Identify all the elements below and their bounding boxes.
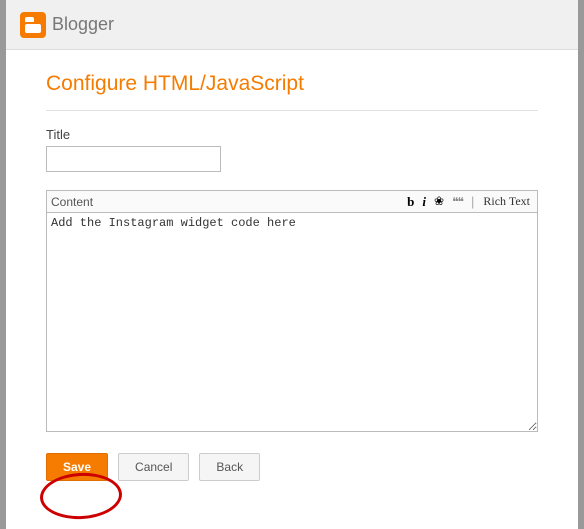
title-input[interactable] xyxy=(46,146,221,172)
content-block: Content b i ❀ ❝❝ | Rich Text xyxy=(46,190,538,437)
back-button[interactable]: Back xyxy=(199,453,260,481)
header-bar: Blogger xyxy=(6,0,578,50)
content-area: Configure HTML/JavaScript Title Content … xyxy=(6,50,578,491)
content-label: Content xyxy=(51,195,93,209)
content-header: Content b i ❀ ❝❝ | Rich Text xyxy=(46,190,538,212)
dialog-frame: Blogger Configure HTML/JavaScript Title … xyxy=(0,0,584,529)
link-icon[interactable]: ❀ xyxy=(432,194,446,209)
content-textarea[interactable] xyxy=(46,212,538,432)
blogger-icon xyxy=(20,12,46,38)
richtext-toggle[interactable]: Rich Text xyxy=(480,194,533,209)
bold-icon[interactable]: b xyxy=(405,194,416,210)
title-label: Title xyxy=(46,127,538,142)
italic-icon[interactable]: i xyxy=(420,194,428,210)
quote-icon[interactable]: ❝❝ xyxy=(450,195,465,209)
button-row: Save Cancel Back xyxy=(46,453,538,481)
blogger-logo: Blogger xyxy=(20,12,114,38)
divider xyxy=(46,110,538,111)
cancel-button[interactable]: Cancel xyxy=(118,453,189,481)
editor-toolbar: b i ❀ ❝❝ | Rich Text xyxy=(405,194,533,210)
logo-text: Blogger xyxy=(52,14,114,35)
toolbar-separator: | xyxy=(469,194,476,209)
page-title: Configure HTML/JavaScript xyxy=(46,72,538,96)
save-button[interactable]: Save xyxy=(46,453,108,481)
